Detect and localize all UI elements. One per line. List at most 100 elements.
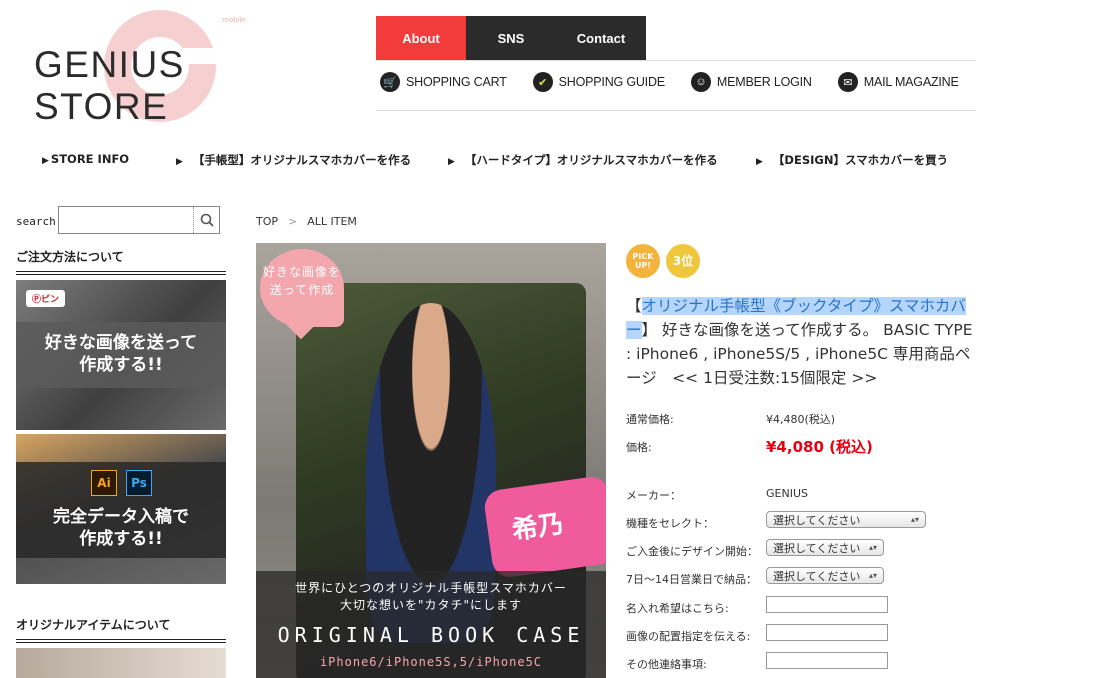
nav-label: 【手帳型】オリジナルスマホカバーを作る (192, 153, 412, 167)
title-text: 】 好きな画像を送って作成する。 BASIC TYPE (641, 321, 973, 339)
product-image[interactable]: 希乃 好きな画像を 送って作成 世界にひとつのオリジナル手帳型スマホカバー 大切… (256, 243, 606, 678)
field-row-other: その他連絡事項: (626, 652, 888, 672)
price-value: ¥4,080 (税込) (766, 438, 873, 456)
banner-line: 好きな画像を送って (44, 333, 198, 353)
arrow-right-icon: ▶ (176, 157, 183, 167)
banner-caption: Ai Ps 完全データ入稿で 作成する!! (16, 462, 226, 558)
title-highlight: オリジナル手帳型《ブックタイプ》スマホカバ (641, 297, 966, 315)
nav-book-case[interactable]: ▶ 【手帳型】オリジナルスマホカバーを作る (176, 152, 411, 168)
tab-sns[interactable]: SNS (466, 16, 556, 60)
mail-magazine-label: MAIL MAGAZINE (863, 75, 959, 89)
banner-original-item[interactable] (16, 648, 226, 678)
search-input[interactable] (58, 206, 220, 234)
banner-line: 完全データ入稿で (53, 507, 189, 527)
model-select[interactable]: 選択してください ▴▾ (766, 511, 926, 528)
name-input[interactable] (766, 596, 888, 613)
banner-line: 作成する!! (79, 529, 163, 549)
maker-row: メーカー： GENIUS (626, 487, 808, 503)
title-text: : iPhone6 , iPhone5S/5 , iPhone5C 専用商品ペ (626, 345, 971, 363)
search-icon (200, 213, 214, 227)
chevron-updown-icon: ▴▾ (910, 515, 919, 524)
field-label: その他連絡事項: (626, 658, 707, 671)
sidebar-heading-order: ご注文方法について (16, 248, 226, 275)
regular-price-value: ¥4,480(税込) (766, 413, 836, 426)
nav-label: 【ハードタイプ】オリジナルスマホカバーを作る (464, 153, 718, 167)
layout-input[interactable] (766, 624, 888, 641)
shopping-guide-link[interactable]: ✔ SHOPPING GUIDE (532, 72, 665, 92)
nav-design[interactable]: ▶ 【DESIGN】スマホカバーを買う (756, 152, 948, 168)
title-text: ージ << 1日受注数:15個限定 >> (626, 369, 878, 387)
price-label: 価格: (626, 441, 652, 454)
tab-about[interactable]: About (376, 16, 466, 60)
sidebar-heading-items: オリジナルアイテムについて (16, 616, 226, 643)
member-login-link[interactable]: ☺ MEMBER LOGIN (690, 72, 812, 92)
option-label: ご入金後にデザイン開始： (626, 545, 758, 558)
select-value: 選択してください (773, 541, 861, 555)
arrow-right-icon: ▶ (42, 156, 49, 166)
name-patch: 希乃 (482, 474, 606, 580)
guide-icon: ✔ (532, 72, 553, 92)
breadcrumb: TOP > ALL ITEM (256, 215, 357, 228)
top-tabs: About SNS Contact (376, 16, 646, 60)
member-icon: ☺ (690, 72, 711, 92)
product-badges: PICK UP! 3位 (626, 244, 700, 278)
logo-small-text: mobile (222, 16, 246, 24)
cart-icon: 🛒 (380, 72, 400, 92)
design-start-select[interactable]: 選択してください ▴▾ (766, 539, 884, 556)
mail-magazine-link[interactable]: ✉ MAIL MAGAZINE (837, 72, 959, 92)
maker-label: メーカー： (626, 489, 681, 502)
pinterest-pin-button[interactable]: Ⓟピン (26, 290, 66, 307)
arrow-right-icon: ▶ (756, 157, 763, 167)
utility-nav: 🛒 SHOPPING CART ✔ SHOPPING GUIDE ☺ MEMBE… (380, 72, 959, 92)
pin-label: ピン (41, 295, 60, 305)
rank-badge: 3位 (666, 244, 700, 278)
divider (376, 60, 976, 61)
chevron-updown-icon: ▴▾ (868, 571, 877, 580)
option-row-model: 機種をセレクト： 選択してください ▴▾ (626, 511, 926, 531)
title-highlight: ー (626, 321, 642, 339)
title-bracket: 【 (626, 297, 642, 315)
breadcrumb-top[interactable]: TOP (256, 215, 278, 228)
photoshop-icon: Ps (126, 470, 152, 496)
banner-line: 作成する!! (79, 355, 163, 375)
field-row-layout: 画像の配置指定を伝える: (626, 624, 888, 644)
heart-badge: 好きな画像を 送って作成 (260, 249, 344, 327)
search-button[interactable] (193, 207, 219, 233)
nav-store-info[interactable]: ▶ STORE INFO (42, 152, 129, 166)
option-label: 機種をセレクト： (626, 517, 714, 530)
shopping-cart-label: SHOPPING CART (406, 75, 507, 89)
nav-hard-case[interactable]: ▶ 【ハードタイプ】オリジナルスマホカバーを作る (448, 152, 718, 168)
breadcrumb-separator: > (288, 215, 298, 228)
maker-value: GENIUS (766, 487, 808, 500)
pickup-badge: PICK UP! (626, 244, 660, 278)
price-row: 価格: ¥4,080 (税込) (626, 438, 873, 456)
other-input[interactable] (766, 652, 888, 669)
select-value: 選択してください (773, 569, 861, 583)
image-caption: 世界にひとつのオリジナル手帳型スマホカバー 大切な想いを"カタチ"にします OR… (256, 571, 606, 678)
caption-models: iPhone6/iPhone5S,5/iPhone5C (319, 655, 543, 669)
store-logo[interactable]: mobile GENIUS STORE (32, 10, 322, 127)
arrow-right-icon: ▶ (448, 157, 455, 167)
delivery-select[interactable]: 選択してください ▴▾ (766, 567, 884, 584)
banner-full-data[interactable]: Ai Ps 完全データ入稿で 作成する!! (16, 434, 226, 584)
field-row-name: 名入れ希望はこちら: (626, 596, 888, 616)
field-label: 名入れ希望はこちら: (626, 602, 729, 615)
shopping-cart-link[interactable]: 🛒 SHOPPING CART (380, 72, 507, 92)
search-label: search (16, 215, 56, 228)
chevron-updown-icon: ▴▾ (868, 543, 877, 552)
option-row-delivery: 7日〜14日営業日で納品： 選択してください ▴▾ (626, 567, 884, 587)
option-row-design: ご入金後にデザイン開始： 選択してください ▴▾ (626, 539, 884, 559)
banner-send-image[interactable]: Ⓟピン 好きな画像を送って 作成する!! (16, 280, 226, 430)
member-login-label: MEMBER LOGIN (716, 75, 812, 89)
heart-text: 好きな画像を (262, 265, 341, 279)
caption-line: 大切な想いを"カタチ"にします (339, 598, 523, 612)
regular-price-row: 通常価格: ¥4,480(税込) (626, 411, 835, 427)
breadcrumb-all-item[interactable]: ALL ITEM (307, 215, 357, 228)
select-value: 選択してください (773, 513, 861, 527)
logo-text: GENIUS STORE (34, 44, 185, 127)
mail-icon: ✉ (837, 72, 858, 92)
nav-label: 【DESIGN】スマホカバーを買う (772, 153, 949, 167)
tab-contact[interactable]: Contact (556, 16, 646, 60)
product-title: 【オリジナル手帳型《ブックタイプ》スマホカバー】 好きな画像を送って作成する。 … (626, 294, 978, 390)
illustrator-icon: Ai (91, 470, 117, 496)
